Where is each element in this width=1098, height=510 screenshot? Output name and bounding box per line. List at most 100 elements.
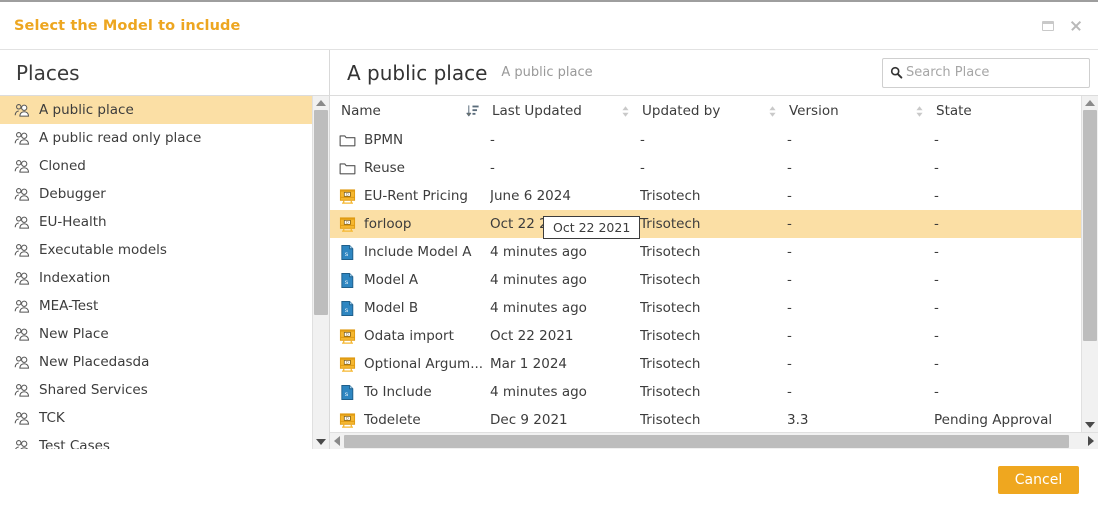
places-scroll-thumb[interactable]: [314, 110, 328, 315]
sidebar-item-place[interactable]: New Placedasda: [0, 348, 312, 376]
sort-descending-icon[interactable]: [466, 104, 480, 118]
sidebar-item-place[interactable]: A public read only place: [0, 124, 312, 152]
table-row[interactable]: Dforloop Oct 22 2021 Trisotech - -: [330, 210, 1081, 238]
cancel-button[interactable]: Cancel: [998, 465, 1079, 494]
cell-state: -: [934, 244, 939, 260]
cell-updated-by: Trisotech: [640, 188, 701, 204]
sidebar-item-place[interactable]: New Place: [0, 320, 312, 348]
people-group-icon: [14, 384, 30, 397]
table-row[interactable]: s To Include 4 minutes ago Trisotech - -: [330, 378, 1081, 406]
cell-state: -: [934, 300, 939, 316]
cell-version: -: [787, 328, 792, 344]
cell-last-updated: 4 minutes ago: [490, 384, 587, 400]
sidebar-item-place[interactable]: TCK: [0, 404, 312, 432]
column-header[interactable]: Last Updated: [490, 103, 640, 119]
sort-updown-icon[interactable]: [621, 105, 630, 118]
table-hscroll-thumb[interactable]: [344, 435, 1070, 448]
cell-updated-by: Trisotech: [640, 216, 701, 232]
cell-name: D Todelete: [330, 412, 490, 429]
cell-version: -: [787, 216, 792, 232]
cell-updated-by: Trisotech: [640, 384, 701, 400]
places-sidebar: Places A public place A public read only …: [0, 50, 330, 449]
scroll-down-arrow-icon[interactable]: [316, 439, 326, 445]
cell-state: -: [934, 328, 939, 344]
maximize-button[interactable]: [1040, 18, 1056, 34]
column-header[interactable]: State: [934, 103, 1081, 119]
table-hscroll-track[interactable]: [344, 433, 1084, 449]
sidebar-item-place[interactable]: A public place: [0, 96, 312, 124]
search-place-box[interactable]: [882, 57, 1090, 88]
places-vertical-scrollbar[interactable]: [312, 96, 329, 449]
places-scroll-track[interactable]: [313, 110, 329, 435]
column-header[interactable]: Name: [330, 103, 490, 119]
table-row[interactable]: BPMN - - - -: [330, 126, 1081, 154]
table-row[interactable]: Reuse - - - -: [330, 154, 1081, 182]
people-group-icon: [14, 104, 30, 117]
people-group-icon: [14, 412, 30, 425]
column-header[interactable]: Updated by: [640, 103, 787, 119]
place-content-panel: A public place A public place Name Last U…: [330, 50, 1098, 449]
column-header-label: Version: [789, 103, 839, 119]
sidebar-item-label: Test Cases: [39, 438, 110, 449]
people-group-icon: [14, 328, 30, 341]
sidebar-item-place[interactable]: Shared Services: [0, 376, 312, 404]
sort-updown-icon[interactable]: [768, 105, 777, 118]
sidebar-item-place[interactable]: MEA-Test: [0, 292, 312, 320]
scroll-up-arrow-icon[interactable]: [316, 100, 326, 106]
table-row[interactable]: s Model B 4 minutes ago Trisotech - -: [330, 294, 1081, 322]
sidebar-item-place[interactable]: Debugger: [0, 180, 312, 208]
scroll-up-arrow-icon[interactable]: [1085, 100, 1095, 106]
dialog-footer: Cancel: [0, 449, 1098, 510]
model-name: Todelete: [364, 412, 421, 428]
cell-version: 3.3: [787, 412, 809, 428]
cell-last-updated: 4 minutes ago: [490, 272, 587, 288]
table-row[interactable]: D Optional Argum... Mar 1 2024 Trisotech - -: [330, 350, 1081, 378]
cell-version: -: [787, 356, 792, 372]
table-scroll-thumb[interactable]: [1083, 110, 1097, 341]
place-subtitle: A public place: [501, 65, 593, 80]
scroll-left-arrow-icon[interactable]: [334, 436, 340, 446]
people-group-icon: [14, 132, 30, 145]
table-row[interactable]: D EU-Rent Pricing June 6 2024 Trisotech - -: [330, 182, 1081, 210]
dmn-decision-icon: D: [339, 188, 356, 204]
cell-updated-by: Trisotech: [640, 412, 701, 428]
table-row[interactable]: s Model A 4 minutes ago Trisotech - -: [330, 266, 1081, 294]
close-button[interactable]: [1068, 18, 1084, 34]
people-group-icon: [14, 244, 30, 257]
table-vertical-scrollbar[interactable]: [1081, 96, 1098, 432]
cell-state: Pending Approval: [934, 412, 1053, 428]
sidebar-item-label: EU-Health: [39, 214, 107, 230]
models-table-columns: Name Last Updated Updated by Version State B…: [330, 96, 1098, 432]
sort-updown-icon[interactable]: [915, 105, 924, 118]
sidebar-item-place[interactable]: Indexation: [0, 264, 312, 292]
model-name: Reuse: [364, 160, 405, 176]
scroll-down-arrow-icon[interactable]: [1085, 422, 1095, 428]
sidebar-item-place[interactable]: Test Cases: [0, 432, 312, 449]
cell-state: -: [934, 160, 939, 176]
sidebar-item-place[interactable]: EU-Health: [0, 208, 312, 236]
svg-text:D: D: [346, 416, 349, 420]
sidebar-item-place[interactable]: Executable models: [0, 236, 312, 264]
column-header[interactable]: Version: [787, 103, 934, 119]
service-model-icon: s: [341, 300, 354, 316]
table-row[interactable]: D Odata import Oct 22 2021 Trisotech - -: [330, 322, 1081, 350]
window-controls: [1040, 18, 1084, 34]
sidebar-item-label: Shared Services: [39, 382, 148, 398]
maximize-icon: [1042, 20, 1054, 31]
sidebar-item-label: New Placedasda: [39, 354, 150, 370]
column-header-label: Updated by: [642, 103, 721, 119]
column-header-label: Last Updated: [492, 103, 582, 119]
model-name: EU-Rent Pricing: [364, 188, 469, 204]
scroll-right-arrow-icon[interactable]: [1088, 436, 1094, 446]
cell-updated-by: -: [640, 132, 645, 148]
dmn-decision-icon: D: [339, 356, 356, 372]
sidebar-item-place[interactable]: Cloned: [0, 152, 312, 180]
table-row[interactable]: D Todelete Dec 9 2021 Trisotech 3.3 Pending A…: [330, 406, 1081, 432]
sidebar-item-label: Debugger: [39, 186, 106, 202]
table-scroll-track[interactable]: [1082, 110, 1098, 418]
cell-state: -: [934, 384, 939, 400]
table-row[interactable]: s Include Model A 4 minutes ago Trisotech - -: [330, 238, 1081, 266]
sidebar-item-label: Cloned: [39, 158, 86, 174]
search-input[interactable]: [906, 65, 1082, 80]
table-horizontal-scrollbar[interactable]: [330, 432, 1098, 449]
